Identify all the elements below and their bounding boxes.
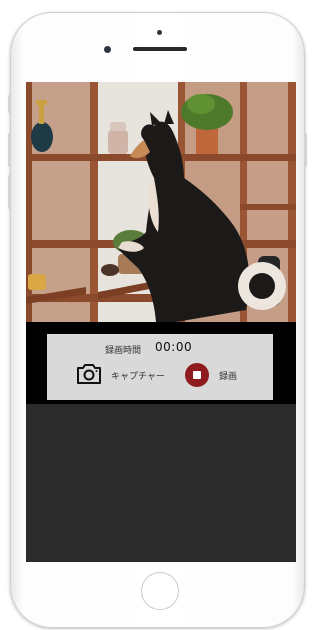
home-button[interactable] [141, 572, 179, 610]
capture-button[interactable]: キャプチャー [75, 362, 185, 388]
live-view-image [26, 82, 296, 322]
stop-record-icon [185, 363, 209, 387]
capture-label: キャプチャー [111, 372, 165, 382]
mute-switch [8, 95, 11, 113]
volume-down-button [8, 175, 11, 209]
content-area [26, 404, 296, 562]
volume-up-button [8, 133, 11, 167]
recording-time-label: 録画時間 [105, 346, 142, 356]
app-screen: 録画時間 00:00 キャプチャー 録画 [26, 82, 296, 562]
control-panel: 録画時間 00:00 キャプチャー 録画 [47, 334, 273, 400]
control-bar: 録画時間 00:00 キャプチャー 録画 [26, 322, 296, 404]
camera-live-view [26, 82, 296, 322]
front-camera [104, 46, 111, 53]
earpiece-speaker [133, 47, 187, 51]
stop-square [193, 371, 201, 379]
power-button [304, 133, 307, 167]
record-button[interactable]: 録画 [185, 362, 265, 388]
camera-icon [77, 364, 101, 384]
proximity-sensor [157, 30, 162, 35]
recording-time-value: 00:00 [155, 340, 193, 354]
record-label: 録画 [219, 372, 238, 382]
